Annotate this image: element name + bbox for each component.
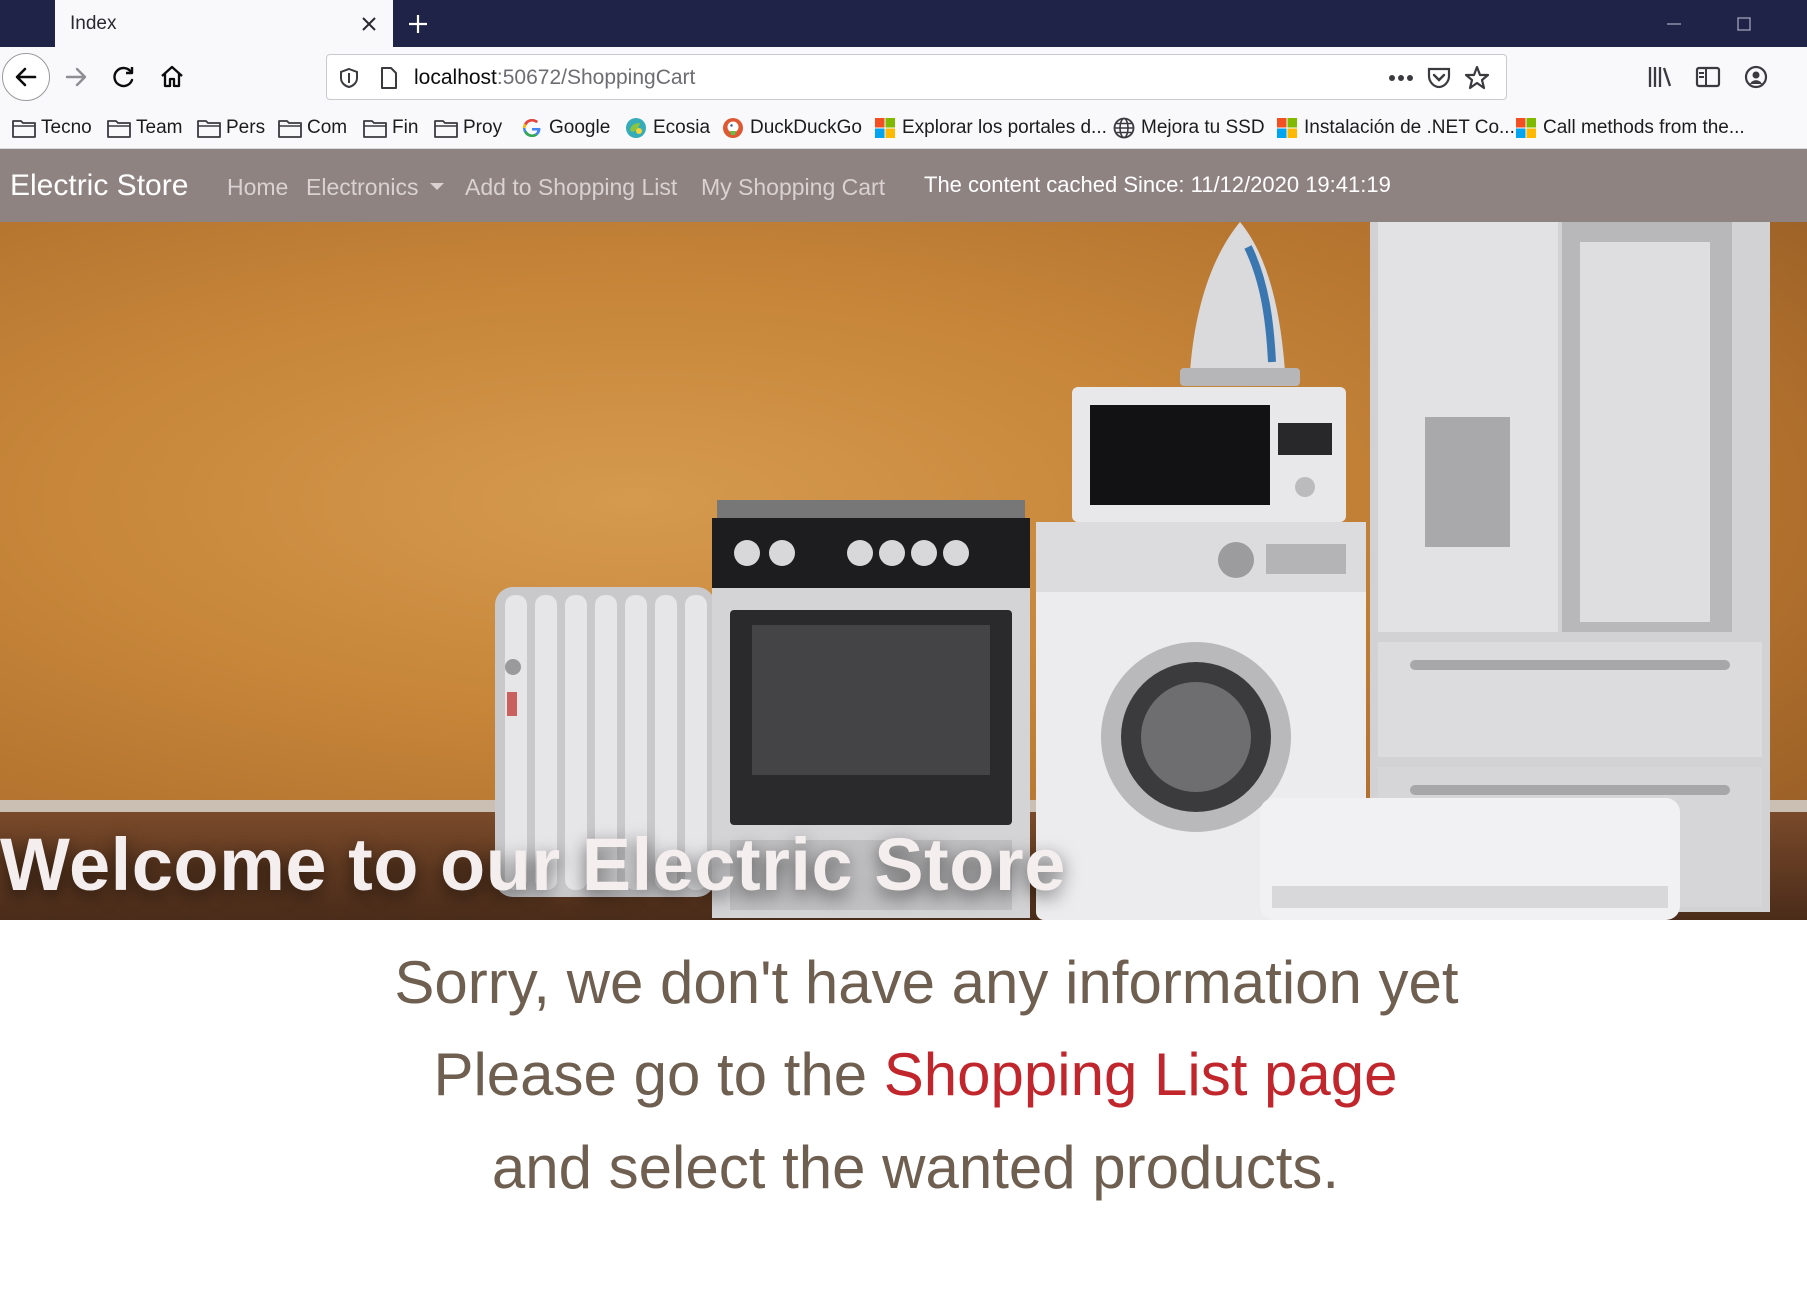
bookmark-item[interactable]: Ecosia	[624, 115, 710, 141]
bookmark-star-icon[interactable]	[1461, 62, 1493, 94]
instruction-suffix: and select the wanted products.	[491, 1134, 1340, 1201]
microwave-image	[1072, 387, 1346, 522]
bookmark-label: Call methods from the...	[1543, 117, 1745, 138]
air-conditioner-image	[1260, 798, 1680, 920]
bookmark-label: Instalación de .NET Co...	[1304, 117, 1515, 138]
bookmark-label: Explorar los portales d...	[902, 117, 1107, 138]
nav-electronics-dropdown[interactable]: Electronics	[306, 174, 445, 201]
nav-my-shopping-cart-link[interactable]: My Shopping Cart	[701, 174, 885, 201]
nav-add-to-shopping-list-link[interactable]: Add to Shopping List	[465, 174, 677, 201]
url-text: localhost:50672/ShoppingCart	[414, 66, 695, 90]
bookmark-item[interactable]: Call methods from the...	[1514, 115, 1745, 141]
bookmark-label: Tecno	[41, 117, 92, 138]
bookmark-item[interactable]: Instalación de .NET Co...	[1275, 115, 1515, 141]
browser-titlebar: Index	[0, 0, 1807, 47]
folder-icon	[107, 116, 131, 140]
reload-icon[interactable]	[100, 53, 148, 101]
browser-toolbar: localhost:50672/ShoppingCart	[0, 47, 1807, 107]
folder-icon	[278, 116, 302, 140]
hero-title: Welcome to our Electric Store	[0, 823, 1066, 906]
folder-icon	[363, 116, 387, 140]
sidebar-icon[interactable]	[1690, 59, 1726, 95]
tracking-shield-icon[interactable]	[335, 64, 363, 92]
close-tab-icon[interactable]	[353, 8, 385, 40]
microsoft-icon	[1275, 116, 1299, 140]
instruction-prefix: Please go to the	[433, 1041, 884, 1108]
site-navbar: Electric Store Home Electronics Add to S…	[0, 149, 1807, 222]
url-path: :50672/ShoppingCart	[496, 66, 696, 89]
bookmark-label: Pers	[226, 117, 266, 138]
cached-timestamp: The content cached Since: 11/12/2020 19:…	[924, 172, 1391, 197]
bookmark-label: Fin	[392, 117, 419, 138]
url-host: localhost	[414, 66, 497, 89]
nav-home-link[interactable]: Home	[227, 174, 288, 201]
bookmark-item[interactable]: DuckDuckGo	[721, 115, 862, 141]
bookmark-item[interactable]: Pers	[197, 115, 265, 141]
bookmark-item[interactable]: Proy	[434, 115, 502, 141]
caret-down-icon	[430, 183, 445, 190]
bookmark-item[interactable]: Google	[520, 115, 610, 141]
empty-cart-message: Sorry, we don't have any information yet	[394, 949, 1459, 1016]
bookmark-item[interactable]: Fin	[363, 115, 418, 141]
bookmark-label: DuckDuckGo	[750, 117, 862, 138]
bookmarks-toolbar: Tecno Team Pers Com Fin Proy Google Ecos…	[0, 107, 1807, 149]
bookmark-item[interactable]: Com	[278, 115, 347, 141]
duckduckgo-icon	[721, 116, 745, 140]
bookmark-label: Mejora tu SSD	[1141, 117, 1265, 138]
tab-title: Index	[70, 12, 117, 34]
globe-icon	[1112, 116, 1136, 140]
page-actions-icon[interactable]	[1385, 62, 1417, 94]
forward-arrow-icon[interactable]	[52, 53, 100, 101]
folder-icon	[197, 116, 221, 140]
google-icon	[520, 116, 544, 140]
back-arrow-icon[interactable]	[2, 53, 50, 101]
maximize-icon[interactable]	[1714, 0, 1774, 47]
minimize-icon[interactable]	[1644, 0, 1704, 47]
pocket-icon[interactable]	[1423, 62, 1455, 94]
microsoft-icon	[1514, 116, 1538, 140]
account-icon[interactable]	[1738, 59, 1774, 95]
bookmark-item[interactable]: Explorar los portales d...	[873, 115, 1107, 141]
home-icon[interactable]	[148, 53, 196, 101]
iron-image	[1180, 222, 1300, 386]
folder-icon	[12, 116, 36, 140]
address-bar[interactable]: localhost:50672/ShoppingCart	[326, 54, 1507, 100]
bookmark-item[interactable]: Tecno	[12, 115, 92, 141]
microsoft-icon	[873, 116, 897, 140]
hero-banner: Welcome to our Electric Store	[0, 222, 1807, 920]
folder-icon	[434, 116, 458, 140]
new-tab-icon[interactable]	[400, 6, 436, 42]
bookmark-label: Ecosia	[653, 117, 711, 138]
bookmark-label: Google	[549, 117, 611, 138]
page-info-icon[interactable]	[375, 64, 403, 92]
nav-electronics-label: Electronics	[306, 174, 419, 200]
bookmark-item[interactable]: Team	[107, 115, 182, 141]
bookmark-item[interactable]: Mejora tu SSD	[1112, 115, 1265, 141]
bookmark-label: Team	[136, 117, 183, 138]
library-icon[interactable]	[1642, 59, 1678, 95]
bookmark-label: Com	[307, 117, 348, 138]
site-brand[interactable]: Electric Store	[10, 169, 188, 203]
browser-tab[interactable]: Index	[55, 0, 393, 47]
bookmark-label: Proy	[463, 117, 503, 138]
shopping-list-page-link[interactable]: Shopping List page	[884, 1041, 1398, 1108]
instruction-line: Please go to the Shopping List page	[12, 1040, 1807, 1109]
ecosia-icon	[624, 116, 648, 140]
